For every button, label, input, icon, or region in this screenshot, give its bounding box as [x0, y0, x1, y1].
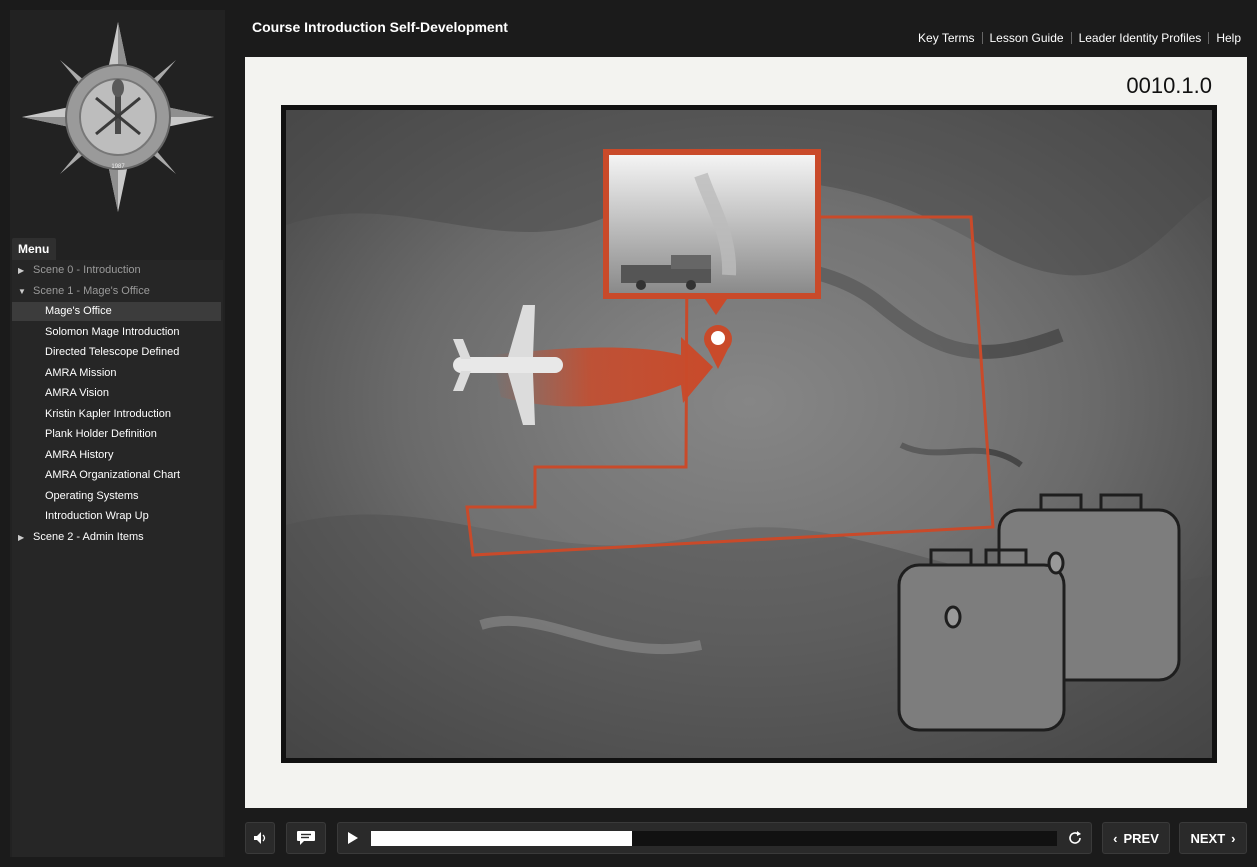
menu-slide-item[interactable]: Kristin Kapler Introduction	[12, 405, 221, 424]
menu-item-label: Scene 0 - Introduction	[33, 264, 141, 276]
menu-slide-item[interactable]: Operating Systems	[12, 487, 221, 506]
play-button[interactable]	[338, 822, 368, 854]
help-link[interactable]: Help	[1209, 31, 1241, 45]
menu-item-label: AMRA Mission	[45, 366, 117, 379]
player-controls: ‹ PREV NEXT ›	[245, 822, 1247, 854]
menu-tab[interactable]: Menu	[12, 238, 56, 260]
menu-slide-item[interactable]: Mage's Office	[12, 302, 221, 321]
replay-icon	[1069, 831, 1081, 844]
menu-item-label: Directed Telescope Defined	[45, 346, 180, 358]
progress-track[interactable]	[371, 831, 1057, 846]
menu-list: ▶ Scene 0 - Introduction ▼ Scene 1 - Mage's…	[12, 260, 223, 857]
caret-down-icon: ▼	[18, 286, 26, 296]
menu-item-label: AMRA Vision	[45, 387, 109, 399]
volume-button[interactable]	[245, 822, 275, 854]
menu-item-label: Scene 1 - Mage's Office	[33, 284, 150, 297]
menu-slide-item[interactable]: Directed Telescope Defined	[12, 343, 221, 362]
logo-year: 1987	[111, 164, 125, 170]
menu-slide-item[interactable]: AMRA Vision	[12, 384, 221, 403]
progress-fill	[371, 831, 632, 846]
chevron-right-icon: ›	[1231, 830, 1236, 846]
next-button[interactable]: NEXT ›	[1179, 822, 1247, 854]
replay-button[interactable]	[1060, 822, 1090, 854]
slide-number: 0010.1.0	[1126, 73, 1212, 98]
leader-identity-profiles-link[interactable]: Leader Identity Profiles	[1072, 31, 1209, 45]
next-label: NEXT	[1190, 830, 1226, 846]
menu-slide-item[interactable]: AMRA Mission	[12, 364, 221, 383]
caret-right-icon: ▶	[18, 266, 25, 275]
menu-scene-item[interactable]: ▶ Scene 0 - Introduction	[12, 261, 221, 280]
play-icon	[348, 832, 358, 844]
captions-button[interactable]	[286, 822, 326, 854]
course-title: Course Introduction Self-Development	[252, 19, 508, 35]
menu-slide-item[interactable]: AMRA Organizational Chart	[12, 466, 221, 485]
menu-item-label: Plank Holder Definition	[45, 428, 157, 440]
seekbar	[337, 822, 1092, 854]
menu-item-label: AMRA Organizational Chart	[45, 469, 181, 481]
menu-item-label: AMRA History	[45, 448, 114, 461]
sidebar: 1987 Menu ▶ Scene 0 - Introduction ▼ Scene …	[10, 10, 225, 857]
header-links: Key Terms Lesson Guide Leader Identity P…	[911, 30, 1241, 46]
logo: 1987	[10, 10, 225, 235]
key-terms-link[interactable]: Key Terms	[911, 31, 981, 45]
captions-icon	[297, 831, 315, 845]
aerial-map-image	[281, 105, 1217, 763]
menu-item-label: Kristin Kapler Introduction	[45, 407, 171, 420]
prev-button[interactable]: ‹ PREV	[1102, 822, 1170, 854]
volume-icon	[254, 832, 266, 844]
menu-scene-item[interactable]: ▶ Scene 2 - Admin Items	[12, 528, 221, 547]
menu-scene-item[interactable]: ▼ Scene 1 - Mage's Office	[12, 282, 221, 301]
menu-item-label: Operating Systems	[45, 489, 139, 502]
slide-stage: 0010.1.0	[245, 57, 1247, 808]
menu-slide-item[interactable]: Introduction Wrap Up	[12, 507, 221, 526]
menu-slide-item[interactable]: Plank Holder Definition	[12, 425, 221, 444]
menu-item-label: Scene 2 - Admin Items	[33, 530, 144, 543]
caret-right-icon: ▶	[18, 532, 25, 542]
prev-label: PREV	[1123, 830, 1159, 846]
menu-item-label: Solomon Mage Introduction	[45, 325, 180, 338]
menu-slide-item[interactable]: AMRA History	[12, 446, 221, 465]
menu-slide-item[interactable]: Solomon Mage Introduction	[12, 323, 221, 342]
menu-item-label: Introduction Wrap Up	[45, 510, 149, 522]
chevron-left-icon: ‹	[1113, 830, 1118, 846]
menu-item-label: Mage's Office	[45, 305, 112, 317]
lesson-guide-link[interactable]: Lesson Guide	[983, 31, 1071, 45]
